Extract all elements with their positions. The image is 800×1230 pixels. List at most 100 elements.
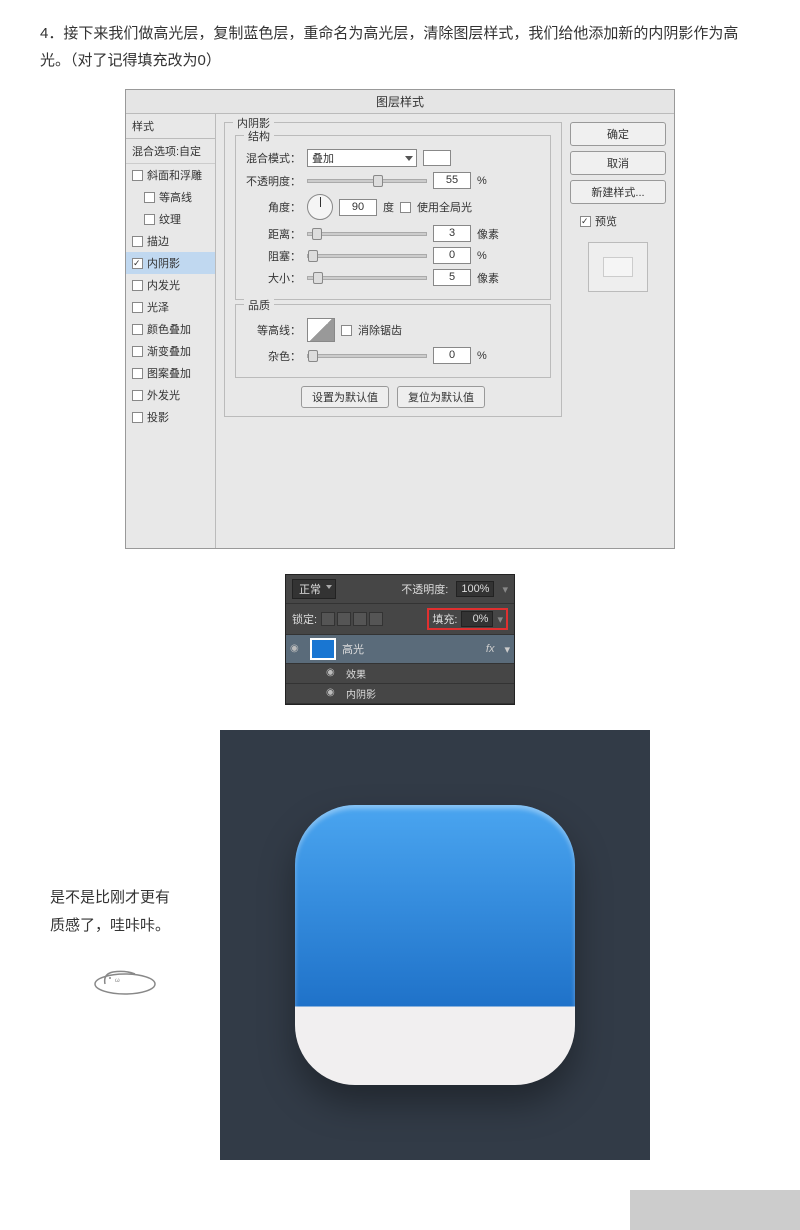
size-value[interactable]: 5 [433, 269, 471, 286]
lock-all-icon[interactable] [369, 612, 383, 626]
percent-unit: % [477, 250, 487, 262]
checkbox-icon[interactable] [132, 390, 143, 401]
degree-unit: 度 [383, 199, 394, 215]
layer-name: 高光 [342, 641, 364, 657]
style-item-contour[interactable]: 等高线 [126, 186, 215, 208]
doodle-icon: ω [50, 956, 200, 1007]
checkbox-icon[interactable] [132, 346, 143, 357]
opacity-label: 不透明度: [401, 581, 448, 597]
checkbox-icon[interactable] [132, 280, 143, 291]
angle-value[interactable]: 90 [339, 199, 377, 216]
fx-badge[interactable]: fx [486, 643, 495, 655]
style-item-pattern-overlay[interactable]: 图案叠加 [126, 362, 215, 384]
style-sidebar: 样式 混合选项:自定 斜面和浮雕 等高线 纹理 描边 内阴影 内发光 光泽 颜色… [126, 114, 216, 548]
global-light-label: 使用全局光 [417, 199, 472, 215]
lock-transparent-icon[interactable] [321, 612, 335, 626]
opacity-label: 不透明度： [246, 173, 301, 189]
fill-label: 填充: [432, 611, 457, 627]
cancel-button[interactable]: 取消 [570, 151, 666, 175]
antialias-label: 消除锯齿 [358, 322, 402, 338]
dropdown-icon[interactable]: ▾ [497, 613, 503, 626]
choke-value[interactable]: 0 [433, 247, 471, 264]
angle-label: 角度： [246, 199, 301, 215]
noise-label: 杂色： [246, 348, 301, 364]
contour-label: 等高线： [246, 322, 301, 338]
opacity-value[interactable]: 100% [456, 581, 494, 597]
visibility-icon[interactable] [290, 642, 304, 656]
size-label: 大小： [246, 270, 301, 286]
layers-panel: 正常 不透明度: 100% ▾ 锁定: 填充: 0% ▾ 高光 [285, 574, 515, 705]
preview-label: 预览 [595, 213, 617, 229]
dropdown-icon[interactable]: ▾ [502, 583, 508, 596]
style-item-color-overlay[interactable]: 颜色叠加 [126, 318, 215, 340]
angle-dial[interactable] [307, 194, 333, 220]
noise-slider[interactable] [307, 354, 427, 358]
new-style-button[interactable]: 新建样式... [570, 180, 666, 204]
layer-thumbnail[interactable] [310, 638, 336, 660]
inner-shadow-effect-row[interactable]: 内阴影 [286, 684, 514, 704]
checkbox-icon[interactable] [144, 214, 155, 225]
step-text: 4．接下来我们做高光层，复制蓝色层，重命名为高光层，清除图层样式，我们给他添加新… [40, 20, 760, 74]
group-quality: 品质 [244, 297, 274, 313]
style-item-inner-glow[interactable]: 内发光 [126, 274, 215, 296]
percent-unit: % [477, 175, 487, 187]
opacity-value[interactable]: 55 [433, 172, 471, 189]
opacity-slider[interactable] [307, 179, 427, 183]
choke-slider[interactable] [307, 254, 427, 258]
preview-box [588, 242, 648, 292]
distance-label: 距离： [246, 226, 301, 242]
percent-unit: % [477, 350, 487, 362]
svg-text:ω: ω [115, 978, 120, 984]
blend-mode-dropdown[interactable]: 叠加 [307, 149, 417, 167]
result-text-2: 质感了，哇咔咔。 [50, 912, 200, 941]
style-item-drop-shadow[interactable]: 投影 [126, 406, 215, 428]
px-unit: 像素 [477, 226, 499, 242]
px-unit: 像素 [477, 270, 499, 286]
color-swatch[interactable] [423, 150, 451, 166]
global-light-checkbox[interactable] [400, 202, 411, 213]
set-default-button[interactable]: 设置为默认值 [301, 386, 389, 408]
style-item-satin[interactable]: 光泽 [126, 296, 215, 318]
fill-highlight: 填充: 0% ▾ [427, 608, 508, 630]
style-item-texture[interactable]: 纹理 [126, 208, 215, 230]
layer-style-dialog: 图层样式 样式 混合选项:自定 斜面和浮雕 等高线 纹理 描边 内阴影 内发光 … [125, 89, 675, 549]
visibility-icon[interactable] [326, 687, 340, 701]
checkbox-icon[interactable] [132, 368, 143, 379]
effects-row[interactable]: 效果 [286, 664, 514, 684]
distance-slider[interactable] [307, 232, 427, 236]
noise-value[interactable]: 0 [433, 347, 471, 364]
layer-row[interactable]: 高光 fx ▾ [286, 635, 514, 664]
ok-button[interactable]: 确定 [570, 122, 666, 146]
style-item-gradient-overlay[interactable]: 渐变叠加 [126, 340, 215, 362]
result-text-1: 是不是比刚才更有 [50, 884, 200, 913]
lock-move-icon[interactable] [353, 612, 367, 626]
visibility-icon[interactable] [326, 667, 340, 681]
antialias-checkbox[interactable] [341, 325, 352, 336]
result-icon [295, 805, 575, 1085]
lock-label: 锁定: [292, 611, 317, 627]
checkbox-icon[interactable] [132, 258, 143, 269]
preview-checkbox[interactable] [580, 216, 591, 227]
style-item-stroke[interactable]: 描边 [126, 230, 215, 252]
checkbox-icon[interactable] [132, 412, 143, 423]
reset-default-button[interactable]: 复位为默认值 [397, 386, 485, 408]
style-item-bevel[interactable]: 斜面和浮雕 [126, 164, 215, 186]
lock-brush-icon[interactable] [337, 612, 351, 626]
size-slider[interactable] [307, 276, 427, 280]
sidebar-header: 样式 [126, 114, 215, 139]
contour-picker[interactable] [307, 318, 335, 342]
checkbox-icon[interactable] [132, 324, 143, 335]
checkbox-icon[interactable] [132, 170, 143, 181]
footer-block [630, 1190, 800, 1230]
checkbox-icon[interactable] [132, 236, 143, 247]
distance-value[interactable]: 3 [433, 225, 471, 242]
style-item-inner-shadow[interactable]: 内阴影 [126, 252, 215, 274]
group-structure: 结构 [244, 128, 274, 144]
fill-value[interactable]: 0% [461, 611, 493, 627]
style-item-outer-glow[interactable]: 外发光 [126, 384, 215, 406]
blend-mode-select[interactable]: 正常 [292, 579, 336, 599]
blend-mode-label: 混合模式： [246, 150, 301, 166]
checkbox-icon[interactable] [132, 302, 143, 313]
checkbox-icon[interactable] [144, 192, 155, 203]
chevron-down-icon[interactable]: ▾ [504, 643, 510, 656]
